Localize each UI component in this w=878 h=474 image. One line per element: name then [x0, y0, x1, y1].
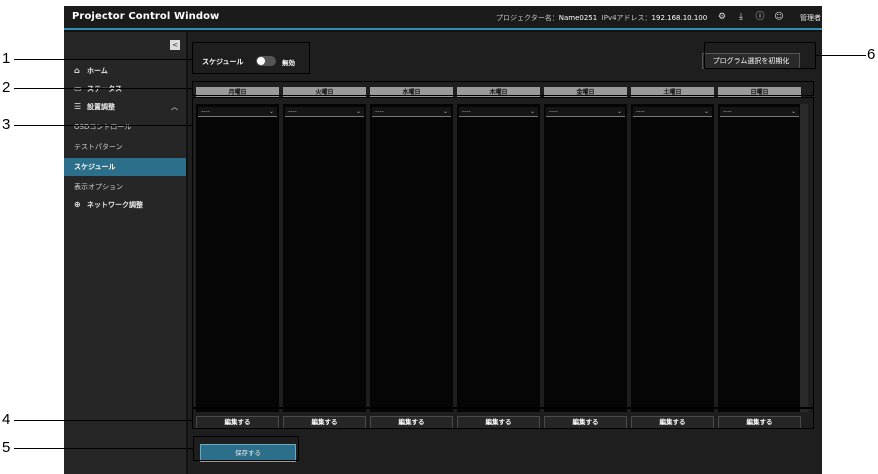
status-icon: ▭	[74, 80, 84, 98]
sidebar-item-schedule[interactable]: スケジュール	[64, 158, 186, 176]
sidebar-item-label: 設置調整	[87, 103, 115, 111]
sidebar-item-label: ネットワーク調整	[87, 201, 143, 209]
manual-figure: Projector Control Window プロジェクター名：Name02…	[0, 0, 878, 474]
callout-number-6: 6	[867, 46, 876, 63]
callout-number-5: 5	[2, 439, 11, 456]
sliders-icon: ☰	[74, 102, 82, 111]
projector-name-label: プロジェクター名：	[496, 14, 559, 22]
sidebar-item-home[interactable]: ⌂ ホーム	[64, 62, 186, 80]
callout-frame-3	[192, 97, 814, 409]
callout-frame-6	[704, 42, 816, 69]
callout-number-3: 3	[2, 116, 11, 133]
callout-number-2: 2	[2, 79, 11, 96]
callout-frame-5	[193, 436, 299, 461]
sidebar-item-status[interactable]: ▭ステータス	[64, 80, 186, 98]
user-icon[interactable]: ☺	[773, 11, 785, 23]
user-label[interactable]: 管理者	[800, 13, 821, 23]
sidebar-item-network[interactable]: ⊕ ネットワーク調整	[64, 196, 186, 214]
leader-line-6	[816, 55, 866, 56]
leader-line-5	[14, 448, 193, 449]
gear-icon[interactable]: ⚙	[716, 11, 728, 23]
download-icon[interactable]: ⤓	[735, 11, 747, 23]
leader-line-4	[14, 420, 192, 421]
projector-info: プロジェクター名：Name0251 IPv4アドレス：192.168.10.10…	[496, 13, 707, 23]
sidebar-item-label: テストパターン	[74, 143, 123, 151]
home-icon: ⌂	[74, 66, 80, 75]
info-icon[interactable]: ⓘ	[754, 11, 766, 23]
leader-line-2	[14, 88, 192, 89]
collapse-sidebar-button[interactable]: <	[170, 40, 180, 50]
globe-icon: ⊕	[74, 200, 81, 209]
sidebar-item-osd-control[interactable]: OSDコントロール	[64, 118, 186, 136]
sidebar-item-label: 表示オプション	[74, 183, 123, 191]
sidebar-item-installation[interactable]: ☰ 設置調整 ︿	[64, 98, 186, 116]
top-bar: Projector Control Window プロジェクター名：Name02…	[64, 6, 822, 30]
projector-name: Name0251	[558, 14, 598, 22]
sidebar-item-test-pattern[interactable]: テストパターン	[64, 138, 186, 156]
chevron-up-icon: ︿	[171, 103, 178, 111]
ipv4-address: 192.168.10.100	[651, 14, 708, 22]
ipv4-label: IPv4アドレス：	[601, 14, 652, 22]
callout-frame-2	[192, 81, 814, 96]
sidebar-item-label: ホーム	[87, 67, 108, 75]
callout-number-1: 1	[2, 50, 11, 67]
app-title: Projector Control Window	[72, 11, 220, 22]
sidebar: < ⌂ ホーム ▭ステータス ☰ 設置調整 ︿ OSDコントロール テストパターン ス…	[64, 32, 186, 474]
sidebar-item-label: スケジュール	[74, 163, 116, 171]
leader-line-3	[14, 125, 192, 126]
callout-frame-1	[192, 42, 310, 74]
sidebar-item-label: ステータス	[87, 85, 122, 93]
callout-frame-4	[192, 407, 814, 429]
leader-line-1	[14, 59, 192, 60]
callout-number-4: 4	[2, 411, 11, 428]
sidebar-item-display-options[interactable]: 表示オプション	[64, 178, 186, 196]
